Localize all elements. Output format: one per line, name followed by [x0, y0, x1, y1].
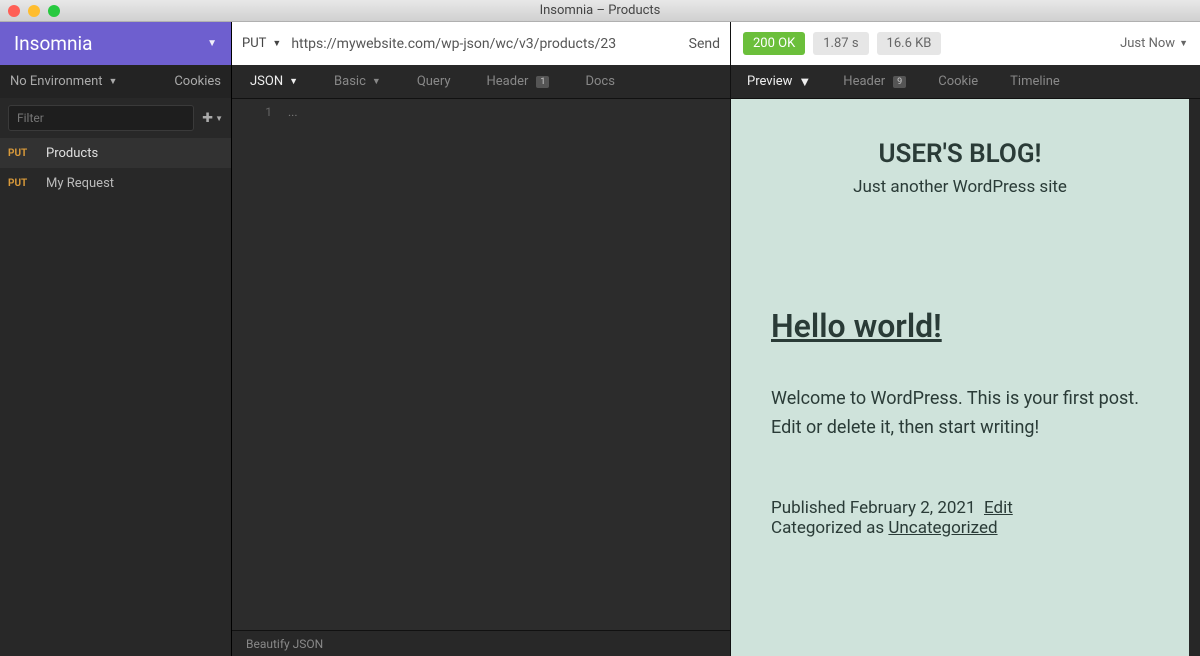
traffic-lights — [8, 5, 60, 17]
history-dropdown[interactable]: Just Now ▼ — [1120, 36, 1188, 51]
status-code-pill: 200 OK — [743, 32, 805, 55]
caret-down-icon: ▼ — [272, 38, 281, 49]
tab-header-label: Header — [487, 74, 529, 89]
url-bar: PUT ▼ https://mywebsite.com/wp-json/wc/v… — [232, 22, 730, 65]
window-titlebar: Insomnia – Products — [0, 0, 1200, 22]
environment-label: No Environment — [10, 74, 103, 89]
request-list: PUT Products PUT My Request — [0, 138, 231, 656]
header-count-badge: 1 — [536, 76, 549, 88]
post-title-link[interactable]: Hello world! — [771, 307, 1149, 345]
request-item-my-request[interactable]: PUT My Request — [0, 168, 231, 198]
tab-cookie-label: Cookie — [938, 74, 978, 89]
status-pills: 200 OK 1.87 s 16.6 KB — [743, 32, 941, 55]
blog-tagline: Just another WordPress site — [771, 177, 1149, 197]
category-link[interactable]: Uncategorized — [888, 518, 997, 538]
response-preview[interactable]: USER'S BLOG! Just another WordPress site… — [731, 99, 1189, 656]
history-label: Just Now — [1120, 36, 1175, 51]
request-name: My Request — [46, 176, 114, 191]
request-pane: PUT ▼ https://mywebsite.com/wp-json/wc/v… — [232, 22, 731, 656]
minimize-window-icon[interactable] — [28, 5, 40, 17]
tab-docs[interactable]: Docs — [567, 65, 632, 98]
post-meta: Published February 2, 2021 Edit Categori… — [771, 498, 1149, 538]
maximize-window-icon[interactable] — [48, 5, 60, 17]
caret-down-icon: ▼ — [207, 38, 217, 49]
caret-down-icon: ▼ — [798, 74, 811, 90]
main-area: PUT ▼ https://mywebsite.com/wp-json/wc/v… — [232, 22, 1200, 656]
tab-timeline-label: Timeline — [1010, 74, 1060, 89]
response-tabs: Preview ▼ Header 9 Cookie Timeline — [731, 65, 1200, 99]
caret-down-icon: ▼ — [215, 114, 223, 123]
tab-docs-label: Docs — [585, 74, 614, 89]
caret-down-icon: ▼ — [109, 76, 118, 87]
size-pill: 16.6 KB — [877, 32, 942, 55]
sidebar: Insomnia ▼ No Environment ▼ Cookies ✚ ▼ … — [0, 22, 232, 656]
tab-cookie[interactable]: Cookie — [922, 65, 994, 98]
tab-auth[interactable]: Basic ▼ — [316, 65, 399, 98]
method-dropdown[interactable]: PUT ▼ — [242, 36, 281, 51]
resp-header-count-badge: 9 — [893, 76, 906, 88]
workspace-dropdown[interactable]: Insomnia ▼ — [0, 22, 231, 65]
tab-resp-header[interactable]: Header 9 — [827, 65, 922, 98]
body-editor[interactable]: 1 ... — [232, 99, 730, 630]
tab-body[interactable]: JSON ▼ — [232, 65, 316, 98]
filter-bar: ✚ ▼ — [0, 98, 231, 138]
tab-resp-header-label: Header — [843, 74, 885, 89]
method-label: PUT — [242, 36, 266, 51]
request-tabs: JSON ▼ Basic ▼ Query Header 1 Docs — [232, 65, 730, 99]
line-number: 1 — [232, 105, 280, 119]
blog-title: USER'S BLOG! — [771, 139, 1149, 169]
caret-down-icon: ▼ — [1179, 38, 1188, 49]
add-request-button[interactable]: ✚ ▼ — [202, 111, 223, 126]
method-badge: PUT — [8, 148, 34, 159]
close-window-icon[interactable] — [8, 5, 20, 17]
published-label: Published — [771, 498, 850, 518]
caret-down-icon: ▼ — [289, 76, 298, 87]
url-input[interactable]: https://mywebsite.com/wp-json/wc/v3/prod… — [291, 36, 678, 52]
tab-query-label: Query — [417, 74, 451, 89]
caret-down-icon: ▼ — [372, 76, 381, 87]
environment-bar: No Environment ▼ Cookies — [0, 65, 231, 98]
request-name: Products — [46, 146, 98, 161]
tab-body-label: JSON — [250, 74, 283, 89]
response-pane: 200 OK 1.87 s 16.6 KB Just Now ▼ Preview… — [731, 22, 1200, 656]
tab-preview[interactable]: Preview ▼ — [731, 65, 827, 98]
environment-dropdown[interactable]: No Environment ▼ — [10, 74, 117, 89]
categorized-label: Categorized as — [771, 518, 888, 538]
method-badge: PUT — [8, 178, 34, 189]
edit-link[interactable]: Edit — [984, 498, 1013, 518]
filter-input[interactable] — [8, 105, 194, 131]
send-button[interactable]: Send — [689, 36, 720, 52]
window-title: Insomnia – Products — [0, 3, 1200, 18]
cookies-button[interactable]: Cookies — [174, 74, 221, 89]
preview-scrollbar[interactable] — [1189, 99, 1200, 656]
tab-preview-label: Preview — [747, 74, 792, 89]
tab-auth-label: Basic — [334, 74, 366, 89]
beautify-button[interactable]: Beautify JSON — [232, 630, 730, 656]
tab-timeline[interactable]: Timeline — [994, 65, 1076, 98]
workspace-name: Insomnia — [14, 32, 92, 55]
tab-header[interactable]: Header 1 — [469, 65, 568, 98]
editor-line: ... — [288, 105, 298, 119]
time-pill: 1.87 s — [813, 32, 868, 55]
tab-query[interactable]: Query — [399, 65, 469, 98]
response-status-bar: 200 OK 1.87 s 16.6 KB Just Now ▼ — [731, 22, 1200, 65]
post-body: Welcome to WordPress. This is your first… — [771, 385, 1149, 443]
published-date: February 2, 2021 — [850, 498, 976, 518]
request-item-products[interactable]: PUT Products — [0, 138, 231, 168]
plus-icon: ✚ — [202, 111, 213, 126]
